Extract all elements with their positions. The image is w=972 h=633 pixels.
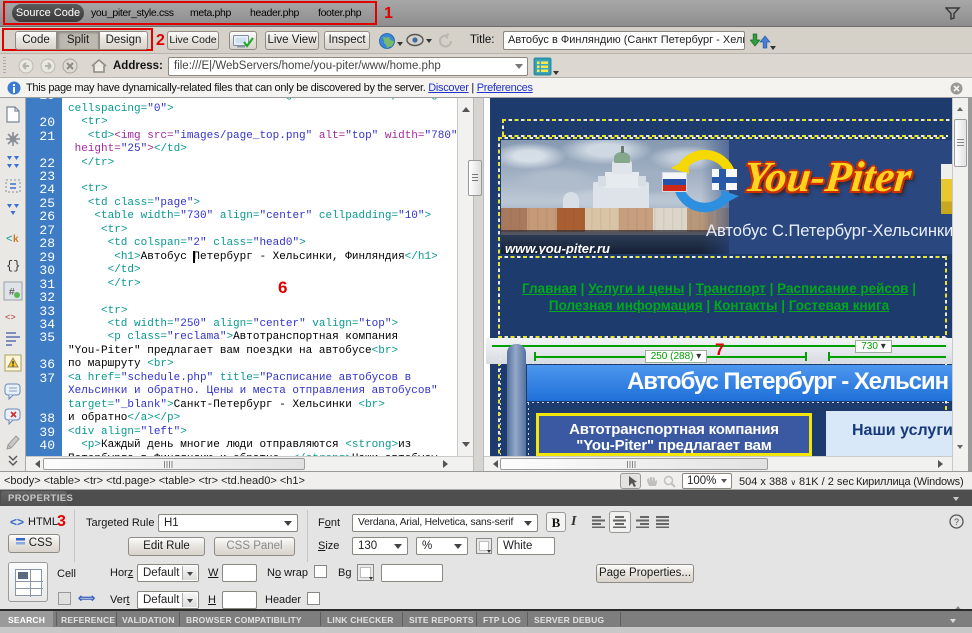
svg-text:<>: <> bbox=[5, 313, 16, 323]
svg-text:<: < bbox=[6, 234, 13, 246]
svg-text:#: # bbox=[9, 287, 15, 298]
svg-text:?: ? bbox=[954, 517, 959, 527]
svg-text:{}: {} bbox=[6, 259, 20, 273]
svg-text:k: k bbox=[13, 234, 19, 245]
